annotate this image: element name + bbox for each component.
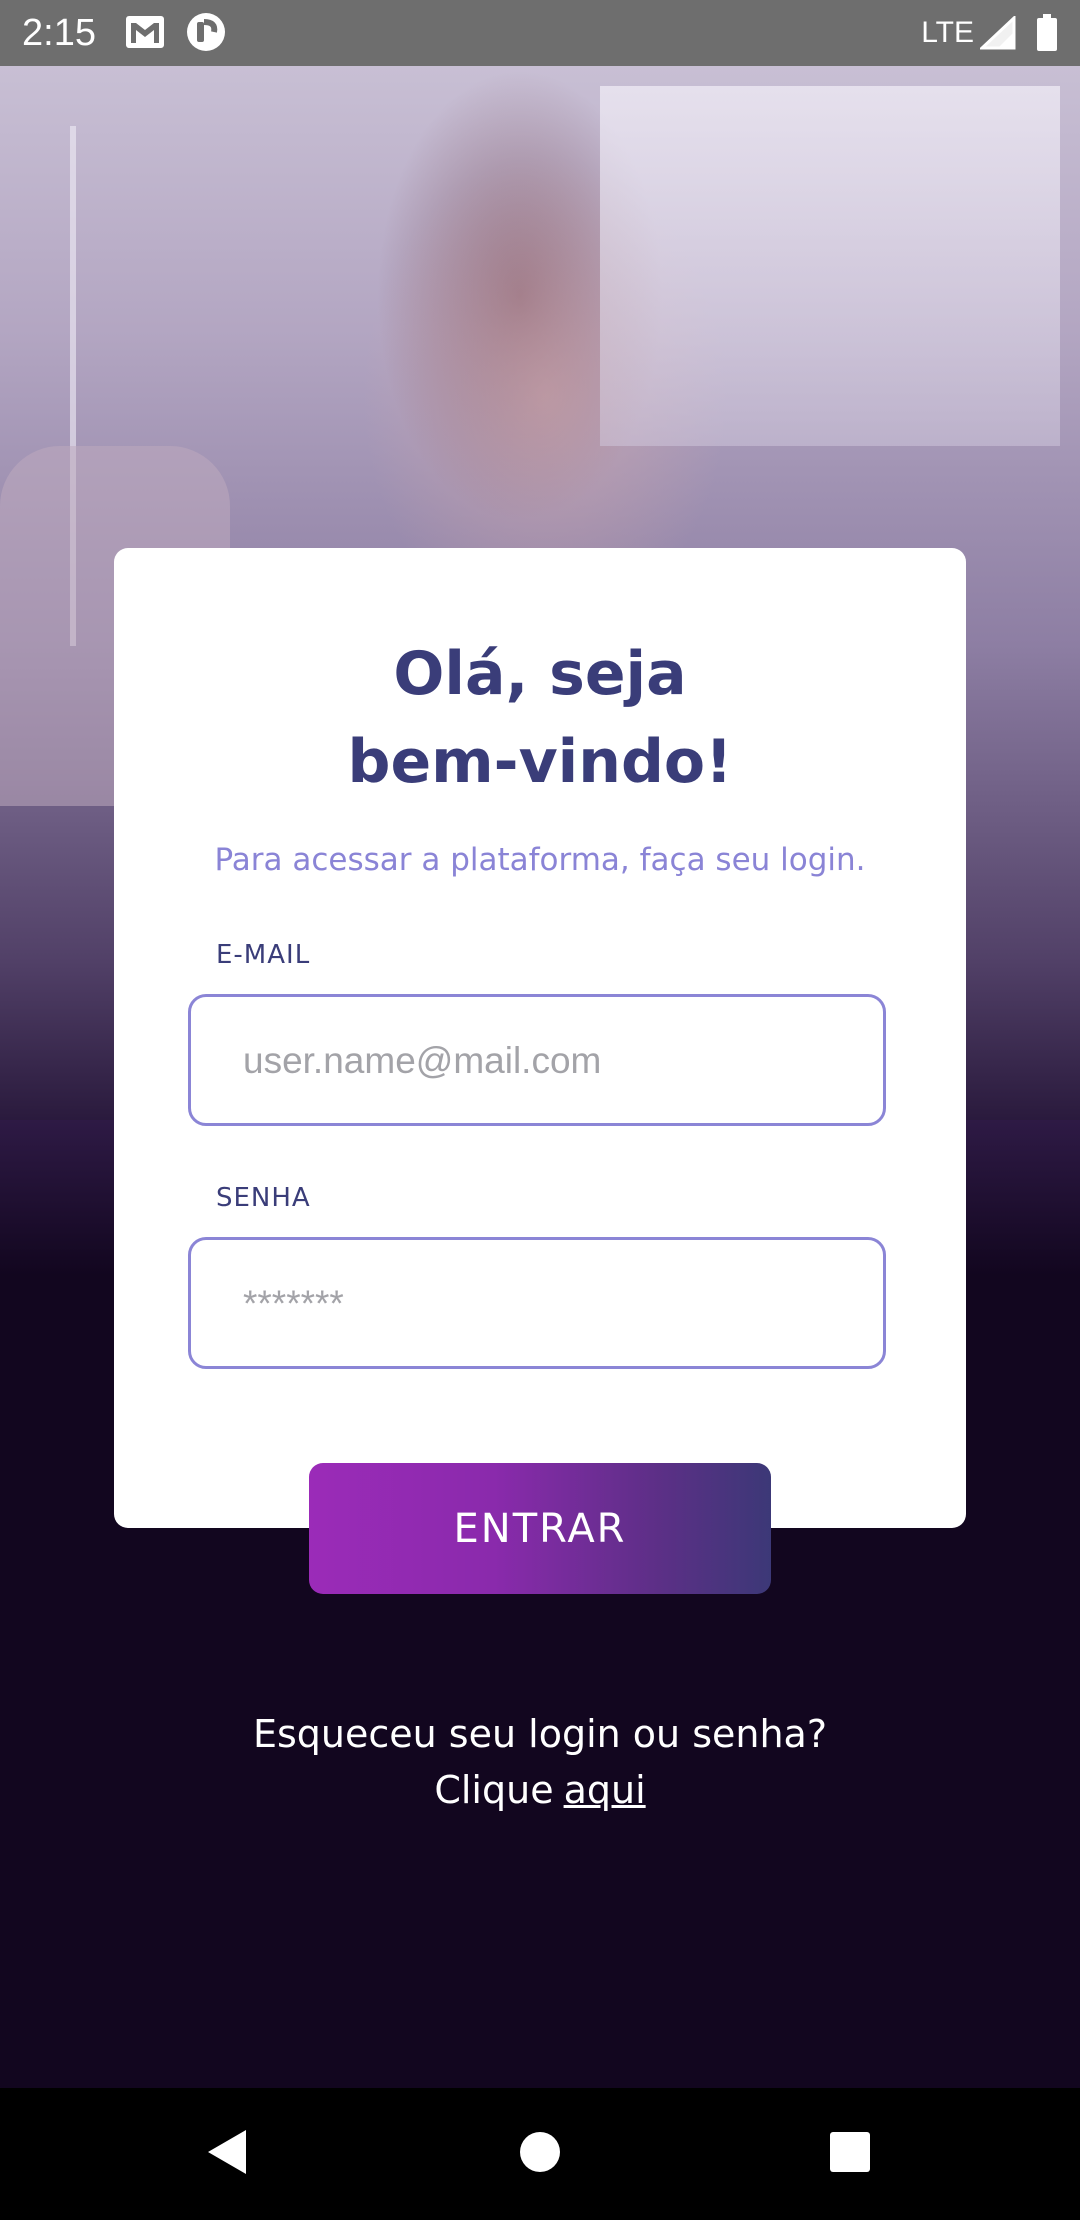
forgot-action-line: Clique aqui: [0, 1762, 1080, 1818]
password-field-box: [188, 1237, 886, 1369]
password-label: SENHA: [216, 1183, 311, 1213]
email-field-box: [188, 994, 886, 1126]
signal-icon: [978, 14, 1016, 54]
hero-window-light: [600, 86, 1060, 446]
recents-icon[interactable]: [828, 2130, 872, 2178]
forgot-link[interactable]: aqui: [564, 1768, 646, 1812]
forgot-prefix: Clique: [434, 1768, 554, 1812]
network-type: LTE: [921, 16, 974, 49]
app-notification-icon: [186, 12, 226, 56]
enter-button[interactable]: ENTRAR: [309, 1463, 771, 1594]
status-bar: 2:15 LTE: [0, 0, 1080, 66]
battery-icon: [1036, 14, 1058, 56]
page-title: Olá, seja bem-vindo!: [114, 630, 966, 806]
login-screen: 2:15 LTE Olá, seja bem-vindo! Para acess…: [0, 0, 1080, 2220]
status-time: 2:15: [22, 12, 96, 54]
title-line-1: Olá, seja: [393, 639, 687, 709]
gmail-icon: [124, 14, 166, 54]
email-label: E-MAIL: [216, 940, 311, 970]
forgot-question: Esqueceu seu login ou senha?: [252, 1712, 828, 1756]
home-icon[interactable]: [518, 2130, 562, 2178]
login-card: Olá, seja bem-vindo! Para acessar a plat…: [114, 548, 966, 1528]
navigation-bar: [0, 2088, 1080, 2220]
email-field[interactable]: [243, 1025, 843, 1097]
password-field[interactable]: [243, 1268, 843, 1340]
back-icon[interactable]: [204, 2126, 250, 2182]
subtitle: Para acessar a plataforma, faça seu logi…: [214, 842, 866, 878]
forgot-credentials: Esqueceu seu login ou senha? Clique aqui: [0, 1706, 1080, 1818]
title-line-2: bem-vindo!: [347, 727, 733, 797]
